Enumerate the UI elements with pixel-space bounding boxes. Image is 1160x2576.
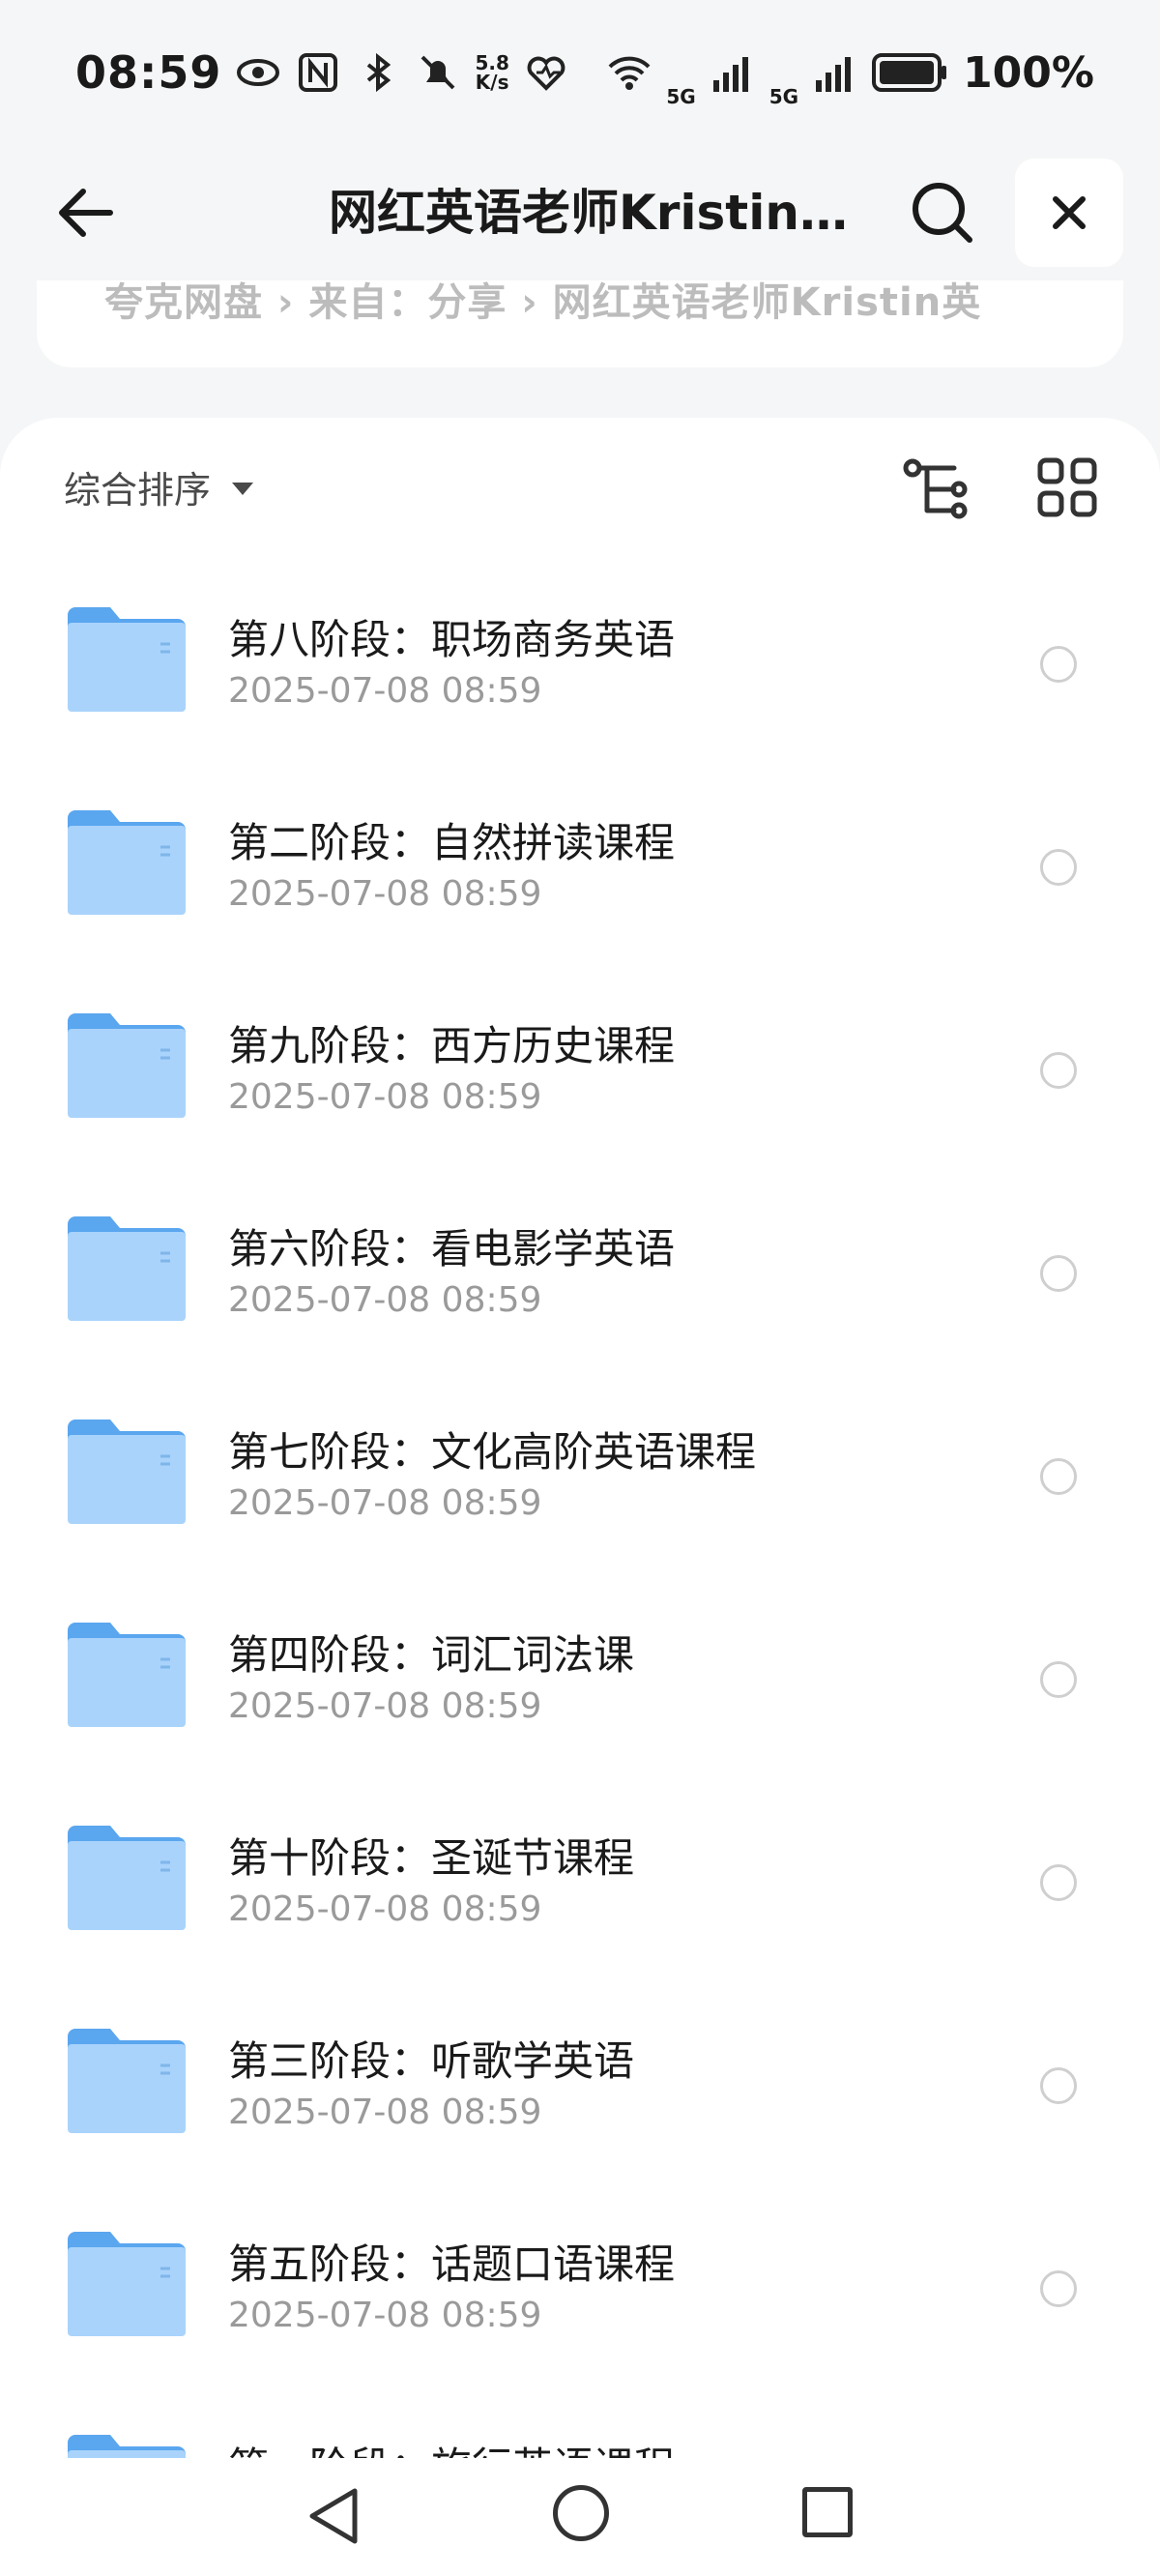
battery-icon [872,53,947,92]
file-name: 第三阶段：听歌学英语 [228,2037,635,2085]
file-date: 2025-07-08 08:59 [228,2093,542,2132]
search-button[interactable] [894,164,991,261]
status-bar: 08:59 5.8 K/s 5G 5G 100% [0,0,1160,145]
file-row[interactable]: 第五阶段：话题口语课程 2025-07-08 08:59 [0,2187,1160,2390]
file-name: 第八阶段：职场商务英语 [228,616,676,663]
file-name: 第四阶段：词汇词法课 [228,1631,635,1679]
signal-1-icon [712,57,748,92]
battery-percent: 100% [963,47,1094,98]
file-date: 2025-07-08 08:59 [228,1280,542,1320]
header: 网红英语老师Kristin... [0,145,1160,280]
file-row[interactable]: 第一阶段：旅行英语课程 [0,2390,1160,2458]
grid-view-icon[interactable] [1036,456,1098,518]
nav-recents-icon[interactable] [802,2487,853,2537]
eye-icon [237,59,280,86]
sort-dropdown[interactable]: 综合排序 [64,460,254,513]
file-name: 第六阶段：看电影学英语 [228,1225,676,1273]
file-row[interactable]: 第四阶段：词汇词法课 2025-07-08 08:59 [0,1578,1160,1781]
file-date: 2025-07-08 08:59 [228,1686,542,1726]
select-radio[interactable] [1040,2067,1077,2104]
folder-icon [68,1420,186,1524]
file-date: 2025-07-08 08:59 [228,1077,542,1117]
page: 08:59 5.8 K/s 5G 5G 100% 网红英语老师Kristin..… [0,0,1160,2576]
file-date: 2025-07-08 08:59 [228,671,542,711]
file-row[interactable]: 第三阶段：听歌学英语 2025-07-08 08:59 [0,1984,1160,2187]
network-speed-value: 5.8 [475,51,509,74]
file-row[interactable]: 第二阶段：自然拼读课程 2025-07-08 08:59 [0,766,1160,969]
file-row[interactable]: 第七阶段：文化高阶英语课程 2025-07-08 08:59 [0,1375,1160,1578]
file-name: 第一阶段：旅行英语课程 [228,2435,675,2458]
select-radio[interactable] [1040,646,1077,683]
system-nav-bar [0,2458,1160,2576]
folder-icon [68,1216,186,1321]
close-button[interactable] [1015,159,1123,267]
folder-icon [68,2435,186,2458]
folder-icon [68,1013,186,1118]
status-right: 5G 5G 100% [606,37,1094,108]
breadcrumb[interactable]: 夸克网盘 › 来自：分享 › 网红英语老师Kristin英 [37,280,1123,367]
status-left: 08:59 5.8 K/s [75,46,569,99]
back-button[interactable] [39,166,131,259]
file-date: 2025-07-08 08:59 [228,1889,542,1929]
signal-2-icon [816,57,852,92]
select-radio[interactable] [1040,1661,1077,1698]
file-name: 第九阶段：西方历史课程 [228,1022,676,1069]
select-radio[interactable] [1040,1864,1077,1901]
nfc-icon [299,53,338,92]
network-speed: 5.8 K/s [475,53,508,92]
select-radio[interactable] [1040,1458,1077,1495]
folder-icon [68,810,186,915]
bluetooth-icon [367,52,392,93]
nav-back-icon[interactable] [304,2485,362,2547]
mute-bell-icon [421,55,455,90]
file-row[interactable]: 第六阶段：看电影学英语 2025-07-08 08:59 [0,1172,1160,1375]
file-date: 2025-07-08 08:59 [228,874,542,914]
select-radio[interactable] [1040,849,1077,886]
folder-icon [68,1623,186,1727]
file-date: 2025-07-08 08:59 [228,2296,542,2335]
network-speed-unit: K/s [475,71,509,94]
folder-icon [68,1826,186,1930]
select-radio[interactable] [1040,2270,1077,2307]
search-icon [913,183,972,243]
sort-label: 综合排序 [64,469,212,512]
breadcrumb-text: 夸克网盘 › 来自：分享 › 网红英语老师Kristin英 [104,280,982,325]
wifi-icon [608,56,651,90]
select-radio[interactable] [1040,1255,1077,1292]
folder-icon [68,607,186,712]
file-list-panel: 综合排序 第八阶段：职场商务英语 2025-07-08 08:59 第二阶段：自… [0,418,1160,2458]
nav-home-icon[interactable] [553,2485,609,2541]
folder-icon [68,2029,186,2133]
file-row[interactable]: 第八阶段：职场商务英语 2025-07-08 08:59 [0,563,1160,766]
select-radio[interactable] [1040,1052,1077,1089]
file-list: 第八阶段：职场商务英语 2025-07-08 08:59 第二阶段：自然拼读课程… [0,563,1160,2458]
close-icon [1053,196,1086,229]
status-time: 08:59 [75,46,222,99]
signal-2-label: 5G [768,85,799,108]
folder-icon [68,2232,186,2336]
signal-1-label: 5G [666,85,696,108]
file-name: 第十阶段：圣诞节课程 [228,1834,635,1882]
file-name: 第五阶段：话题口语课程 [228,2240,676,2288]
file-row[interactable]: 第十阶段：圣诞节课程 2025-07-08 08:59 [0,1781,1160,1984]
page-title: 网红英语老师Kristin... [329,185,851,241]
arrow-left-icon [59,189,113,237]
toolbar: 综合排序 [0,418,1160,563]
file-row[interactable]: 第九阶段：西方历史课程 2025-07-08 08:59 [0,969,1160,1172]
file-name: 第七阶段：文化高阶英语课程 [228,1428,757,1476]
tree-view-icon[interactable] [903,456,971,524]
file-name: 第二阶段：自然拼读课程 [228,819,676,866]
file-date: 2025-07-08 08:59 [228,1483,542,1523]
heart-health-icon [527,56,566,91]
caret-down-icon [232,483,254,495]
